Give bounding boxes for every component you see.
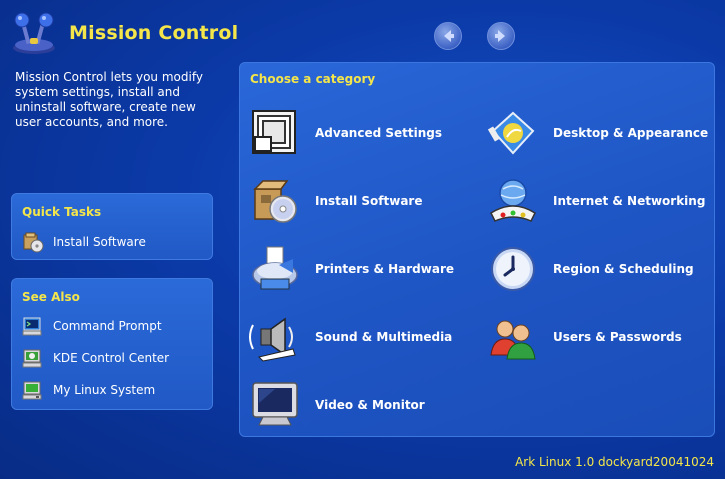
install-software-icon: [23, 232, 44, 253]
linux-system-icon: [22, 381, 42, 400]
category-users-passwords[interactable]: Users & Passwords: [487, 309, 717, 365]
category-desktop-appearance[interactable]: Desktop & Appearance: [487, 105, 717, 161]
terminal-icon: [22, 317, 42, 336]
see-also-command-prompt[interactable]: Command Prompt: [22, 315, 207, 337]
intro-text: Mission Control lets you modify system s…: [15, 70, 203, 129]
install-software-icon: [253, 180, 297, 223]
category-internet-networking[interactable]: Internet & Networking: [487, 173, 717, 229]
category-region-scheduling[interactable]: Region & Scheduling: [487, 241, 717, 297]
arrow-left-icon: [444, 30, 454, 42]
quick-tasks-title: Quick Tasks: [22, 205, 102, 219]
category-label: Advanced Settings: [315, 126, 443, 140]
advanced-settings-icon: [252, 110, 296, 154]
category-video-monitor[interactable]: Video & Monitor: [249, 377, 479, 433]
category-label: Desktop & Appearance: [553, 126, 709, 140]
app-title: Mission Control: [69, 22, 239, 44]
clock-icon: [491, 247, 535, 291]
printer-icon: [252, 246, 298, 290]
quick-task-install-software[interactable]: Install Software: [22, 231, 207, 253]
category-advanced-settings[interactable]: Advanced Settings: [249, 105, 479, 161]
forward-button[interactable]: [487, 22, 515, 50]
see-also-my-linux-system[interactable]: My Linux System: [22, 379, 207, 401]
see-also-label: My Linux System: [53, 383, 156, 397]
category-panel-title: Choose a category: [250, 72, 376, 86]
version-text: Ark Linux 1.0 dockyard20041024: [515, 455, 714, 469]
arrow-right-icon: [495, 30, 505, 42]
speaker-icon: [249, 317, 296, 362]
category-label: Video & Monitor: [315, 398, 425, 412]
back-button[interactable]: [434, 22, 462, 50]
see-also-label: Command Prompt: [53, 319, 162, 333]
monitor-icon: [252, 382, 298, 426]
category-label: Printers & Hardware: [315, 262, 455, 276]
network-icon: [490, 179, 536, 222]
quick-tasks-panel: Quick Tasks Install Software: [11, 193, 213, 260]
category-printers-hardware[interactable]: Printers & Hardware: [249, 241, 479, 297]
joystick-icon: [10, 8, 60, 56]
category-label: Region & Scheduling: [553, 262, 694, 276]
desktop-appearance-icon: [487, 111, 535, 155]
header: Mission Control: [0, 0, 725, 62]
category-label: Sound & Multimedia: [315, 330, 453, 344]
category-label: Internet & Networking: [553, 194, 706, 208]
see-also-kde-control-center[interactable]: KDE Control Center: [22, 347, 207, 369]
kde-control-center-icon: [22, 349, 42, 368]
see-also-title: See Also: [22, 290, 80, 304]
see-also-label: KDE Control Center: [53, 351, 170, 365]
see-also-panel: See Also Command Prompt KDE Control Cent…: [11, 278, 213, 410]
category-sound-multimedia[interactable]: Sound & Multimedia: [249, 309, 479, 365]
users-icon: [490, 320, 536, 360]
category-label: Install Software: [315, 194, 423, 208]
category-install-software[interactable]: Install Software: [249, 173, 479, 229]
quick-task-label: Install Software: [53, 235, 146, 249]
category-label: Users & Passwords: [553, 330, 682, 344]
category-panel: Choose a category Advanced Settings Inst…: [239, 62, 715, 437]
